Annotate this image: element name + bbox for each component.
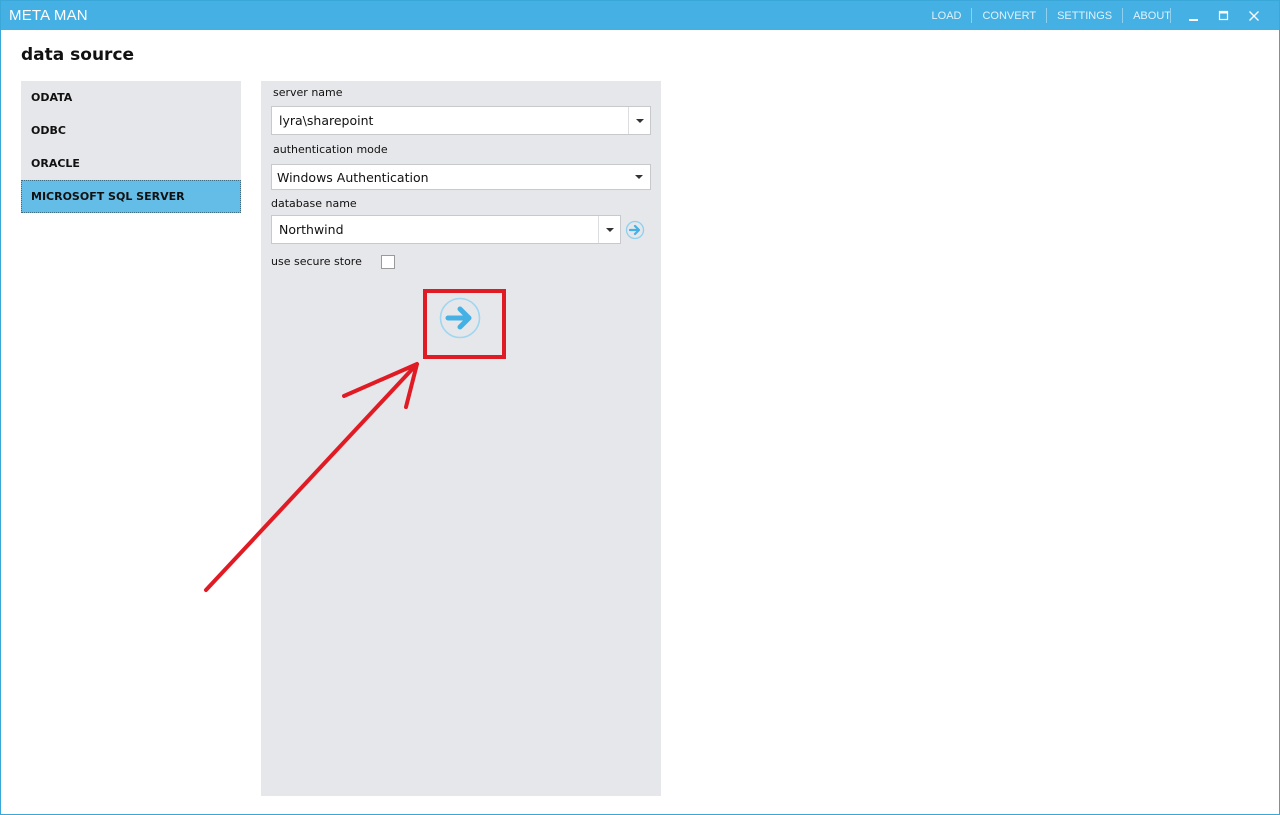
database-name-label: database name: [271, 197, 357, 210]
window-controls-divider: [1170, 8, 1171, 23]
source-item-oracle[interactable]: ORACLE: [21, 147, 241, 180]
minimize-icon: [1189, 18, 1198, 21]
authentication-mode-value: Windows Authentication: [277, 169, 429, 185]
arrow-right-circle-icon: [439, 297, 481, 339]
page-title: data source: [21, 45, 135, 65]
secure-store-checkbox[interactable]: [381, 255, 395, 269]
source-item-odata[interactable]: ODATA: [21, 81, 241, 114]
menu-convert[interactable]: CONVERT: [972, 10, 1046, 22]
server-name-combobox[interactable]: lyra\sharepoint: [271, 106, 651, 135]
chevron-down-icon: [635, 118, 644, 123]
data-source-list: ODATA ODBC ORACLE MICROSOFT SQL SERVER: [21, 81, 241, 213]
app-window: META MAN LOAD CONVERT SETTINGS ABOUT dat…: [0, 0, 1280, 815]
source-item-odbc[interactable]: ODBC: [21, 114, 241, 147]
server-name-label: server name: [273, 86, 343, 99]
menu-settings[interactable]: SETTINGS: [1047, 10, 1122, 22]
database-name-dropdown-button[interactable]: [598, 216, 620, 243]
chevron-down-icon: [635, 175, 643, 179]
connect-go-button[interactable]: [438, 296, 482, 340]
server-name-dropdown-button[interactable]: [628, 107, 650, 134]
title-bar: META MAN LOAD CONVERT SETTINGS ABOUT: [1, 1, 1279, 30]
authentication-mode-dropdown-button[interactable]: [628, 165, 650, 189]
database-name-combobox[interactable]: Northwind: [271, 215, 621, 244]
window-controls: [1170, 1, 1269, 30]
main-menu: LOAD CONVERT SETTINGS ABOUT: [922, 1, 1181, 30]
menu-load[interactable]: LOAD: [922, 10, 972, 22]
server-name-value[interactable]: lyra\sharepoint: [272, 113, 628, 128]
secure-store-label: use secure store: [271, 255, 362, 268]
chevron-down-icon: [605, 227, 614, 232]
close-button[interactable]: [1239, 1, 1269, 30]
connection-form-panel: server name lyra\sharepoint authenticati…: [261, 81, 661, 796]
source-item-microsoft-sql-server[interactable]: MICROSOFT SQL SERVER: [21, 180, 241, 213]
authentication-mode-select[interactable]: Windows Authentication: [271, 164, 651, 190]
app-title: META MAN: [9, 7, 88, 24]
maximize-icon: [1218, 10, 1229, 20]
arrow-right-circle-icon: [625, 220, 645, 240]
database-name-value[interactable]: Northwind: [272, 222, 598, 237]
maximize-button[interactable]: [1209, 1, 1239, 30]
load-databases-button[interactable]: [625, 220, 645, 240]
close-icon: [1249, 10, 1259, 21]
authentication-mode-label: authentication mode: [273, 143, 388, 156]
minimize-button[interactable]: [1179, 1, 1209, 30]
